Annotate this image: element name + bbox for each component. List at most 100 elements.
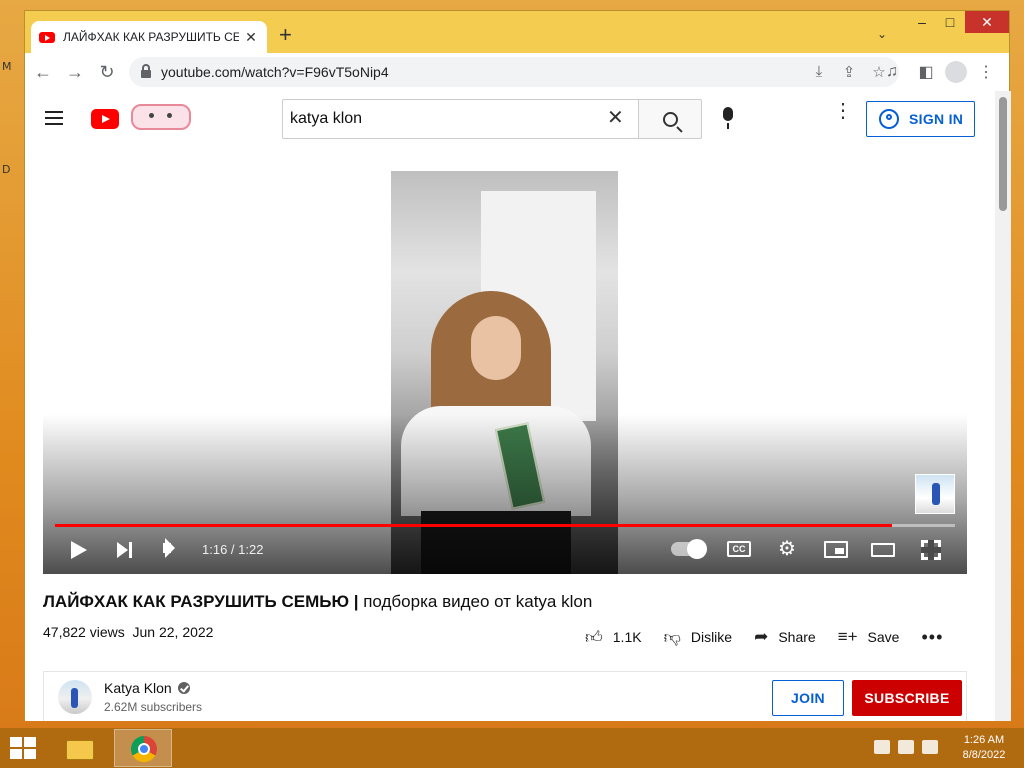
desktop-edge-label: D	[2, 163, 11, 176]
view-count: 47,822 views	[43, 624, 125, 640]
account-icon	[879, 109, 899, 129]
desktop-edge-label: M	[2, 60, 12, 73]
action-center-flag-icon[interactable]	[922, 740, 938, 754]
url-text[interactable]: youtube.com/watch?v=F96vT5oNip4	[161, 64, 389, 80]
video-title-main: ЛАЙФХАК КАК РАЗРУШИТЬ СЕМЬЮ |	[43, 592, 359, 611]
youtube-page: katya klon ✕ ⋮ SIGN IN 1:16 / 1:22 CC ⚙ …	[25, 91, 995, 721]
search-icon	[662, 111, 678, 127]
tab-title: ЛАЙФХАК КАК РАЗРУШИТЬ СЕМЬЮ	[63, 30, 239, 44]
clock-time: 1:26 AM	[963, 734, 1005, 746]
like-count: 1.1K	[612, 629, 642, 645]
microphone-icon[interactable]	[723, 107, 733, 129]
system-tray	[874, 740, 938, 754]
fullscreen-icon[interactable]	[921, 540, 941, 560]
chrome-icon	[131, 736, 157, 762]
like-button[interactable]: 👍︎ 1.1K	[585, 627, 642, 648]
share-button[interactable]: ➦ Share	[754, 627, 816, 647]
next-icon[interactable]	[117, 542, 132, 558]
video-actions: 👍︎ 1.1K 👎︎ Dislike ➦ Share ≡+ Save •••	[585, 627, 943, 647]
channel-name[interactable]: Katya Klon	[104, 680, 172, 696]
publish-date: Jun 22, 2022	[132, 624, 214, 640]
share-label: Share	[778, 629, 816, 645]
lock-icon[interactable]	[141, 64, 151, 78]
settings-more-icon[interactable]: ⋮	[833, 101, 853, 121]
share-page-icon[interactable]: ⇪	[837, 63, 861, 81]
channel-name-row[interactable]: Katya Klon	[104, 680, 190, 696]
video-player[interactable]: 1:16 / 1:22 CC ⚙	[43, 171, 967, 574]
clock-date: 8/8/2022	[962, 749, 1006, 761]
start-button[interactable]	[10, 737, 38, 761]
sign-in-label: SIGN IN	[909, 111, 964, 127]
sign-in-button[interactable]: SIGN IN	[866, 101, 975, 137]
minimize-button[interactable]: –	[909, 11, 935, 33]
autoplay-toggle[interactable]	[671, 539, 707, 559]
tab-search-icon[interactable]: ⌄	[877, 27, 887, 41]
time-display: 1:16 / 1:22	[202, 542, 264, 557]
volume-icon[interactable]	[163, 543, 171, 553]
new-tab-button[interactable]: +	[279, 24, 292, 46]
play-icon[interactable]	[71, 541, 87, 559]
dislike-label: Dislike	[690, 629, 733, 645]
dislike-button[interactable]: 👎︎ Dislike	[664, 627, 733, 648]
join-button[interactable]: JOIN	[772, 680, 844, 716]
reload-icon[interactable]: ↻	[91, 56, 123, 88]
install-app-icon[interactable]: ⤓	[807, 63, 831, 81]
browser-window: ЛАЙФХАК КАК РАЗРУШИТЬ СЕМЬЮ ✕ + ⌄ – □ ✕ …	[24, 10, 1011, 721]
youtube-favicon-icon	[39, 31, 55, 43]
video-title-rest: подборка видео от katya klon	[358, 592, 593, 611]
search-input[interactable]: katya klon	[282, 99, 639, 139]
subscriber-count: 2.62M subscribers	[104, 700, 203, 714]
file-explorer-taskbar-button[interactable]	[62, 732, 98, 764]
theater-mode-icon[interactable]	[871, 543, 895, 557]
forward-icon[interactable]: →	[59, 56, 91, 88]
maximize-button[interactable]: □	[937, 11, 963, 33]
side-panel-icon[interactable]: ◧	[911, 57, 941, 87]
media-controls-icon[interactable]: ♫	[877, 57, 907, 87]
thumbs-down-icon: 👎︎	[663, 627, 681, 647]
channel-avatar[interactable]	[58, 680, 92, 714]
verified-badge-icon	[177, 682, 190, 694]
video-stats: 47,822 views Jun 22, 2022	[43, 624, 213, 640]
windows-logo-icon	[10, 737, 22, 747]
taskbar: 1:26 AM 8/8/2022	[0, 728, 1024, 768]
profile-avatar-icon[interactable]	[945, 61, 967, 83]
miniplayer-icon[interactable]	[824, 541, 848, 558]
video-scene-face	[471, 316, 521, 380]
share-arrow-icon: ➦	[754, 627, 769, 646]
channel-row: Katya Klon 2.62M subscribers JOIN SUBSCR…	[43, 671, 967, 721]
hamburger-menu-icon[interactable]	[45, 111, 63, 125]
subscribe-button[interactable]: SUBSCRIBE	[852, 680, 962, 716]
save-button[interactable]: ≡+ Save	[838, 627, 900, 647]
end-screen-thumbnail[interactable]	[915, 474, 955, 514]
youtube-header: katya klon ✕ ⋮ SIGN IN	[25, 91, 995, 147]
network-icon[interactable]	[898, 740, 914, 754]
search-button[interactable]	[638, 99, 702, 139]
browser-menu-icon[interactable]: ⋮	[971, 57, 1001, 87]
windows-logo-icon	[24, 737, 36, 747]
title-bar: ЛАЙФХАК КАК РАЗРУШИТЬ СЕМЬЮ ✕ + ⌄ – □ ✕	[25, 11, 1009, 53]
address-bar[interactable]: youtube.com/watch?v=F96vT5oNip4 ⤓ ⇪ ☆	[129, 57, 899, 87]
close-window-button[interactable]: ✕	[965, 11, 1009, 33]
youtube-logo[interactable]	[91, 109, 119, 129]
browser-toolbar: ← → ↻ youtube.com/watch?v=F96vT5oNip4 ⤓ …	[25, 53, 1009, 91]
more-actions-icon[interactable]: •••	[921, 627, 943, 648]
progress-bar-played	[55, 524, 892, 527]
windows-logo-icon	[24, 749, 36, 759]
taskbar-clock[interactable]: 1:26 AM 8/8/2022	[954, 733, 1014, 763]
clear-search-icon[interactable]: ✕	[607, 106, 624, 130]
progress-bar[interactable]	[55, 524, 955, 527]
speaker-muted-icon[interactable]	[874, 740, 890, 754]
save-label: Save	[867, 629, 900, 645]
settings-gear-icon[interactable]: ⚙	[778, 539, 796, 559]
chrome-taskbar-button[interactable]	[114, 729, 172, 767]
tab-close-icon[interactable]: ✕	[243, 29, 259, 46]
page-scrollbar[interactable]	[995, 91, 1011, 721]
youtube-doodle-logo[interactable]	[131, 104, 191, 130]
captions-icon[interactable]: CC	[727, 541, 751, 557]
browser-tab[interactable]: ЛАЙФХАК КАК РАЗРУШИТЬ СЕМЬЮ ✕	[31, 21, 267, 53]
back-icon[interactable]: ←	[27, 56, 59, 88]
playlist-add-icon: ≡+	[837, 627, 858, 646]
folder-icon	[66, 740, 94, 760]
scrollbar-thumb[interactable]	[999, 97, 1007, 211]
thumbs-up-icon: 👍︎	[585, 627, 603, 647]
